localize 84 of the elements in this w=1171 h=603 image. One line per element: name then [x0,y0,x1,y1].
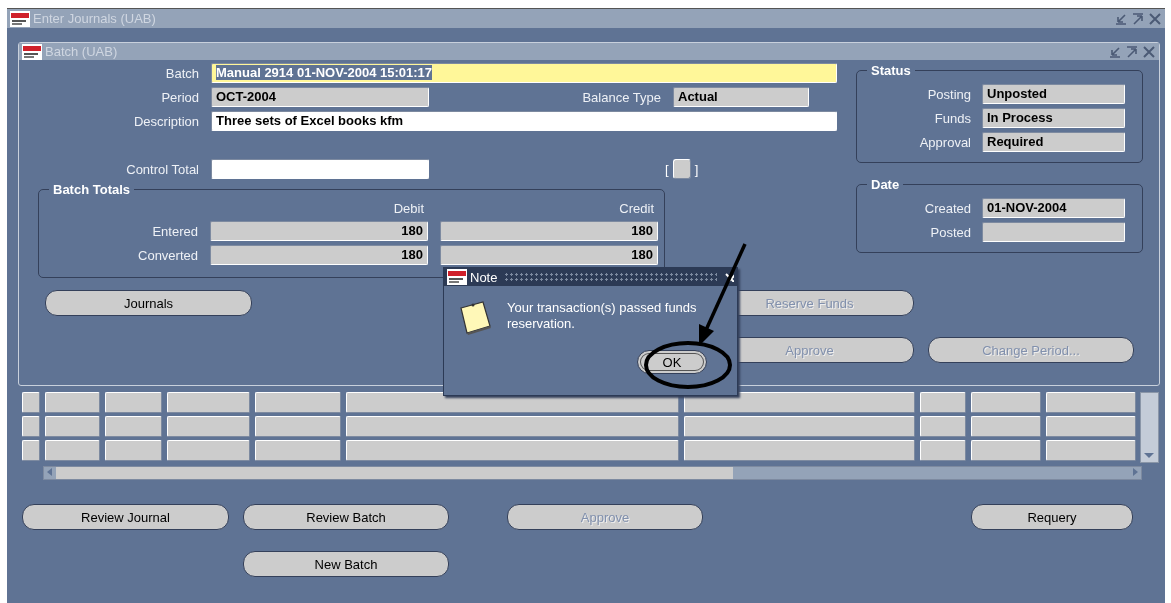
field-label: Posted [929,224,971,240]
row-selector[interactable] [22,392,40,413]
table-cell[interactable] [167,416,250,437]
maximize-icon[interactable] [1125,44,1139,59]
table-cell[interactable] [105,416,162,437]
scrollbar-thumb[interactable] [56,467,733,479]
button[interactable]: New Batch [243,551,449,577]
ok-button[interactable]: OK [637,350,707,374]
table-cell[interactable] [920,416,966,437]
table-cell[interactable] [684,416,915,437]
window-title: Batch (UAB) [45,44,119,59]
period-field[interactable]: OCT-2004 [211,87,429,107]
minimize-icon[interactable] [1108,44,1122,59]
note-icon [458,300,493,336]
status-field[interactable]: In Process [982,108,1125,128]
table-cell[interactable] [255,392,341,413]
table-cell[interactable] [167,440,250,461]
date-field[interactable]: 01-NOV-2004 [982,198,1125,218]
description-field[interactable]: Three sets of Excel books kfm [211,111,837,131]
field-label: Balance Type [581,89,661,105]
table-cell[interactable] [346,416,679,437]
button[interactable]: Review Journal [22,504,229,530]
table-cell[interactable] [684,392,915,413]
status-field[interactable]: Required [982,132,1125,152]
maximize-icon[interactable] [1131,11,1145,26]
table-cell[interactable] [105,392,162,413]
checkbox[interactable] [672,159,691,179]
status-field[interactable]: Unposted [982,84,1125,104]
row-label: Entered [151,223,198,239]
column-header: Debit [392,201,425,217]
column-header: Credit [618,201,655,217]
table-cell[interactable] [255,416,341,437]
table-cell[interactable] [346,440,679,461]
table-cell[interactable] [971,392,1041,413]
vertical-scrollbar[interactable] [1140,392,1159,463]
group-title: Batch Totals [52,182,132,197]
debit-field[interactable]: 180 [210,245,428,265]
credit-field[interactable]: 180 [440,221,658,241]
group-title: Date [870,177,901,192]
table-cell[interactable] [1046,416,1136,437]
table-cell[interactable] [1046,392,1136,413]
table-cell[interactable] [167,392,250,413]
field-label: Description [132,113,199,129]
field-label: Funds [933,110,971,126]
bracket: [ [665,161,669,177]
app-logo-icon [447,269,467,285]
field-label: Batch [164,65,199,81]
table-cell[interactable] [684,440,915,461]
field-label: Approval [918,134,971,150]
row-selector[interactable] [22,440,40,461]
app-logo-icon [22,43,42,60]
horizontal-scrollbar[interactable] [43,466,1142,480]
field-label: Created [923,200,971,216]
table-cell[interactable] [920,392,966,413]
minimize-icon[interactable] [1114,11,1128,26]
table-cell[interactable] [105,440,162,461]
group-title: Status [870,63,912,78]
table-cell[interactable] [971,440,1041,461]
date-field[interactable] [982,222,1125,242]
credit-field[interactable]: 180 [440,245,658,265]
button[interactable]: Journals [45,290,252,316]
button[interactable]: Review Batch [243,504,449,530]
row-selector[interactable] [22,416,40,437]
table-cell[interactable] [1046,440,1136,461]
table-cell[interactable] [45,440,100,461]
balance-type-field[interactable]: Actual [673,87,809,107]
table-cell[interactable] [920,440,966,461]
window-title: Enter Journals (UAB) [33,11,157,26]
table-cell[interactable] [45,416,100,437]
field-label: Period [160,89,199,105]
dialog-message: Your transaction(s) passed funds reservation. [507,300,698,333]
control-total-field[interactable] [211,159,429,179]
table-cell[interactable] [255,440,341,461]
button[interactable]: Requery [971,504,1133,530]
table-cell[interactable] [45,392,100,413]
dialog-title: Note [470,269,498,285]
scroll-down-icon[interactable] [1142,450,1156,460]
field-label: Posting [926,86,971,102]
debit-field[interactable]: 180 [210,221,428,241]
batch-field[interactable]: Manual 2914 01-NOV-2004 15:01:17 [211,63,837,83]
bracket: ] [694,161,699,177]
field-label: Control Total [125,161,199,177]
table-cell[interactable] [971,416,1041,437]
row-label: Converted [137,247,198,263]
